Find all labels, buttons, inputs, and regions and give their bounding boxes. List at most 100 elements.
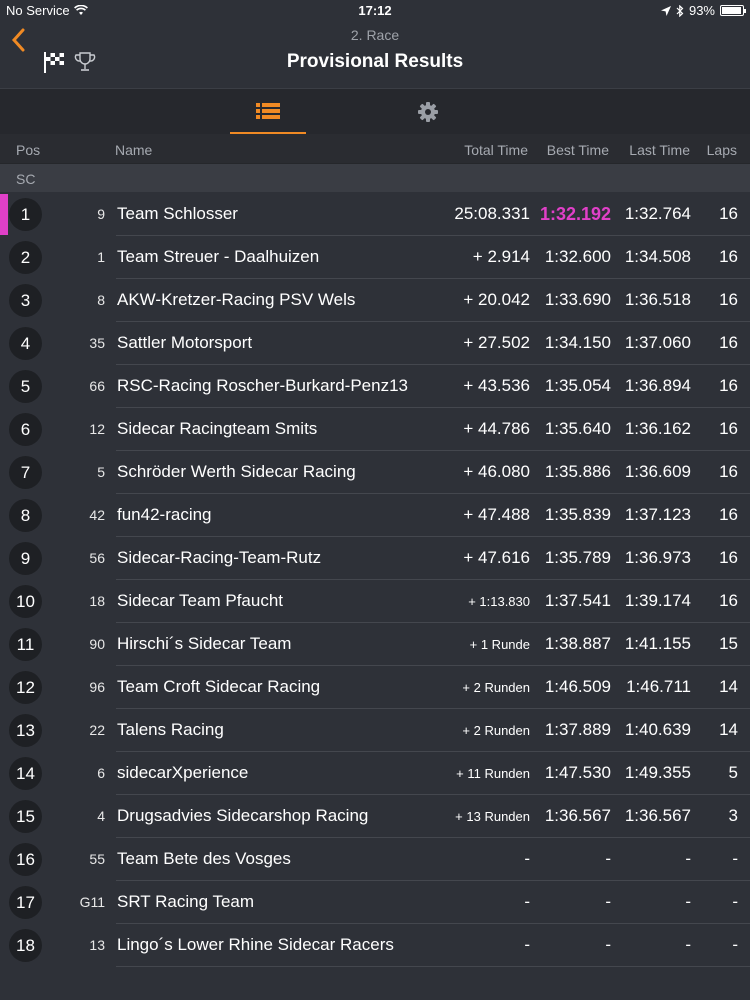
table-row[interactable]: 8 42 fun42-racing + 47.488 1:35.839 1:37.123 1… — [0, 494, 750, 537]
last-time: - — [685, 849, 691, 868]
last-time: 1:36.609 — [624, 462, 691, 481]
best-time: 1:37.889 — [544, 720, 611, 739]
team-name: fun42-racing — [117, 505, 212, 524]
position-badge: 5 — [9, 370, 42, 403]
start-number: 22 — [89, 722, 105, 738]
team-name: Drugsadvies Sidecarshop Racing — [117, 806, 369, 825]
laps-count: 16 — [719, 505, 738, 524]
total-time: + 2 Runden — [462, 680, 530, 695]
race-subtitle: 2. Race — [350, 27, 400, 43]
tab-results-list[interactable] — [230, 89, 306, 135]
start-number: 12 — [89, 421, 105, 437]
laps-count: 16 — [719, 462, 738, 481]
start-number: 56 — [89, 550, 105, 566]
table-row[interactable]: 7 5 Schröder Werth Sidecar Racing + 46.080 1… — [0, 451, 750, 494]
table-row[interactable]: 9 56 Sidecar-Racing-Team-Rutz + 47.616 1:35.… — [0, 537, 750, 580]
table-row[interactable]: 2 1 Team Streuer - Daalhuizen + 2.914 1:32.6… — [0, 236, 750, 279]
total-time: + 1:13.830 — [468, 594, 530, 609]
last-time: 1:40.639 — [624, 720, 691, 739]
start-number: 4 — [97, 808, 105, 824]
start-number: 96 — [89, 679, 105, 695]
best-time: - — [605, 849, 611, 868]
col-best-time[interactable]: Best Time — [547, 142, 609, 158]
best-time: 1:38.887 — [544, 634, 611, 653]
list-icon — [256, 102, 280, 119]
total-time: + 13 Runden — [455, 809, 530, 824]
col-last-time[interactable]: Last Time — [629, 142, 690, 158]
start-number: 35 — [89, 335, 105, 351]
team-name: Lingo´s Lower Rhine Sidecar Racers — [117, 935, 394, 954]
status-right: 93% — [660, 3, 746, 18]
table-row[interactable]: 5 66 RSC-Racing Roscher-Burkard-Penz13 + 43… — [0, 365, 750, 408]
last-time: 1:36.518 — [624, 290, 691, 309]
total-time: + 47.616 — [463, 548, 530, 567]
table-row[interactable]: 14 6 sidecarXperience + 11 Runden 1:47.530 1:… — [0, 752, 750, 795]
best-time: 1:32.600 — [544, 247, 611, 266]
column-header: Pos Name Total Time Best Time Last Time … — [0, 134, 750, 164]
table-row[interactable]: 1 9 Team Schlosser 25:08.331 1:32.192 1:32.76… — [0, 193, 750, 236]
total-time: + 1 Runde — [469, 637, 530, 652]
laps-count: 16 — [719, 419, 738, 438]
start-number: 13 — [89, 937, 105, 953]
table-row[interactable]: 3 8 AKW-Kretzer-Racing PSV Wels + 20.042 1:3… — [0, 279, 750, 322]
total-time: - — [524, 935, 530, 954]
table-row[interactable]: 4 35 Sattler Motorsport + 27.502 1:34.150 1:3… — [0, 322, 750, 365]
last-time: 1:39.174 — [624, 591, 691, 610]
total-time: 25:08.331 — [454, 204, 530, 223]
table-row[interactable]: 10 18 Sidecar Team Pfaucht + 1:13.830 1:37.5… — [0, 580, 750, 623]
team-name: Team Croft Sidecar Racing — [117, 677, 321, 696]
team-name: SRT Racing Team — [117, 892, 255, 911]
team-name: Team Schlosser — [117, 204, 238, 223]
position-badge: 16 — [9, 843, 42, 876]
bluetooth-icon — [676, 4, 684, 17]
col-name[interactable]: Name — [115, 142, 152, 158]
col-pos[interactable]: Pos — [16, 142, 40, 158]
table-row[interactable]: 15 4 Drugsadvies Sidecarshop Racing + 13 Ru… — [0, 795, 750, 838]
page-title: Provisional Results — [286, 51, 464, 72]
table-row[interactable]: 12 96 Team Croft Sidecar Racing + 2 Runden 1… — [0, 666, 750, 709]
laps-count: 14 — [719, 677, 738, 696]
best-time: 1:35.886 — [544, 462, 611, 481]
position-badge: 1 — [9, 198, 42, 231]
team-name: RSC-Racing Roscher-Burkard-Penz13 — [117, 376, 409, 395]
best-time: 1:33.690 — [544, 290, 611, 309]
laps-count: 5 — [728, 763, 738, 782]
table-row[interactable]: 17 G11 SRT Racing Team - - - - — [0, 881, 750, 924]
laps-count: 16 — [719, 591, 738, 610]
table-row[interactable]: 16 55 Team Bete des Vosges - - - - — [0, 838, 750, 881]
laps-count: 16 — [719, 247, 738, 266]
best-time: 1:35.839 — [544, 505, 611, 524]
col-total-time[interactable]: Total Time — [464, 142, 528, 158]
laps-count: 16 — [719, 548, 738, 567]
total-time: + 44.786 — [463, 419, 530, 438]
total-time: + 43.536 — [463, 376, 530, 395]
team-name: Sattler Motorsport — [117, 333, 253, 352]
best-time: 1:35.640 — [544, 419, 611, 438]
tab-settings[interactable] — [390, 89, 466, 135]
position-badge: 13 — [9, 714, 42, 747]
best-time: - — [605, 935, 611, 954]
battery-percent: 93% — [688, 3, 715, 18]
table-row[interactable]: 18 13 Lingo´s Lower Rhine Sidecar Racers - -… — [0, 924, 750, 967]
start-number: G11 — [79, 894, 105, 910]
total-time: + 46.080 — [463, 462, 530, 481]
team-name: Team Streuer - Daalhuizen — [117, 247, 320, 266]
leader-marker — [0, 194, 8, 235]
team-name: Sidecar Team Pfaucht — [117, 591, 283, 610]
start-number: 18 — [89, 593, 105, 609]
best-time: 1:34.150 — [544, 333, 611, 352]
results-list: 1 9 Team Schlosser 25:08.331 1:32.192 1:32.76… — [0, 193, 750, 967]
last-time: 1:41.155 — [624, 634, 691, 653]
table-row[interactable]: 13 22 Talens Racing + 2 Runden 1:37.889 1:40.… — [0, 709, 750, 752]
section-label: SC — [16, 171, 36, 187]
status-time: 17:12 — [358, 3, 392, 18]
total-time: + 2.914 — [472, 247, 530, 266]
laps-count: 16 — [719, 376, 738, 395]
col-laps[interactable]: Laps — [707, 142, 737, 158]
laps-count: - — [732, 892, 738, 911]
table-row[interactable]: 6 12 Sidecar Racingteam Smits + 44.786 1:35.… — [0, 408, 750, 451]
battery-icon — [720, 5, 746, 16]
position-badge: 9 — [9, 542, 42, 575]
laps-count: 15 — [719, 634, 738, 653]
table-row[interactable]: 11 90 Hirschi´s Sidecar Team + 1 Runde 1:38.… — [0, 623, 750, 666]
